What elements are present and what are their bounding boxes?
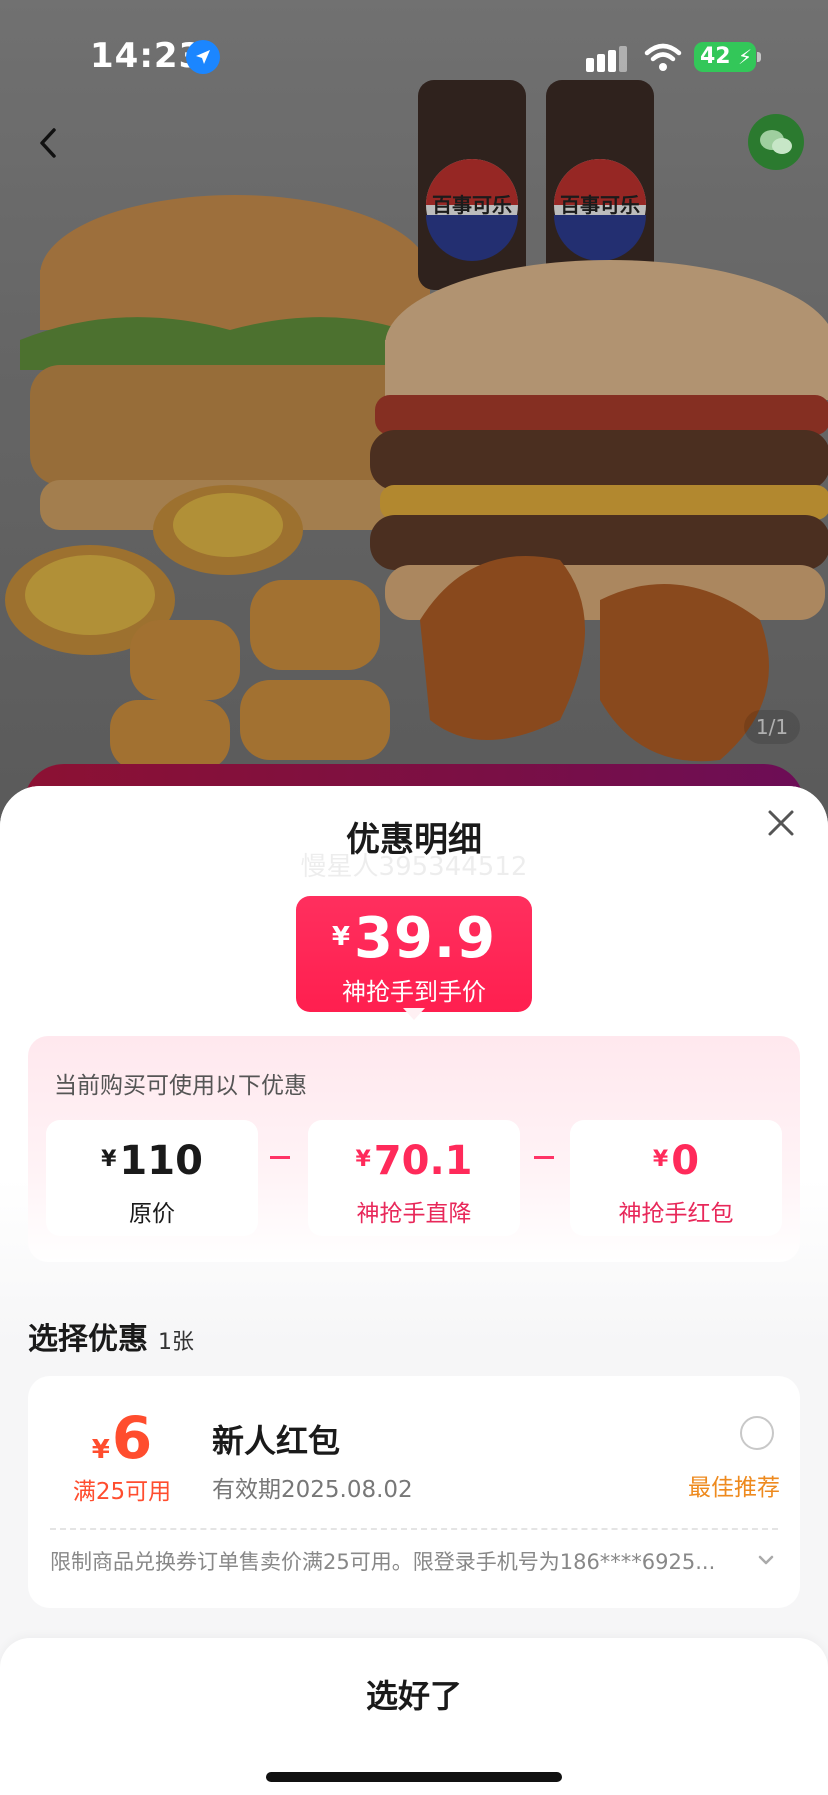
- coupon-name: 新人红包: [212, 1422, 341, 1460]
- coupon-value: ¥6: [91, 1404, 153, 1472]
- final-price-row: ¥39.9: [296, 906, 532, 971]
- coupon-select-radio[interactable]: [740, 1416, 774, 1450]
- coupon-divider: [50, 1528, 778, 1530]
- direct-discount-label: 神抢手直降: [356, 1201, 472, 1227]
- coupon-terms: 限制商品兑换券订单售卖价满25可用。限登录手机号为186****6925...: [50, 1550, 716, 1574]
- original-price-label: 原价: [129, 1201, 175, 1227]
- best-recommend-badge: 最佳推荐: [688, 1475, 780, 1501]
- red-packet-label: 神抢手红包: [618, 1201, 734, 1227]
- watermark: 慢星人395344512: [300, 852, 528, 882]
- charging-bolt-icon: ⚡: [737, 45, 752, 69]
- wechat-share-button[interactable]: [748, 114, 804, 170]
- cellular-signal-icon: [586, 46, 630, 72]
- wechat-icon: [760, 130, 792, 154]
- product-image[interactable]: 百事可乐 百事可乐: [0, 0, 828, 820]
- close-button[interactable]: [762, 804, 800, 842]
- coupon-card[interactable]: ¥6 满25可用 新人红包 有效期2025.08.02 最佳推荐 限制商品兑换券…: [28, 1376, 800, 1608]
- currency-symbol: ¥: [331, 922, 350, 952]
- battery-indicator: 42 ⚡: [694, 42, 756, 72]
- chevron-left-icon: [40, 128, 56, 158]
- status-bar: 14:23 42 ⚡: [0, 0, 828, 110]
- back-button[interactable]: [30, 118, 70, 168]
- battery-level: 42: [700, 44, 731, 69]
- select-offer-title: 选择优惠: [28, 1322, 148, 1357]
- wifi-icon: [644, 42, 682, 72]
- direct-discount-value: ¥70.1: [355, 1138, 473, 1184]
- final-price-tag: ¥39.9 神抢手到手价: [296, 896, 532, 1012]
- direct-discount-card: ¥70.1 神抢手直降: [308, 1120, 520, 1236]
- minus-operator: [534, 1156, 554, 1159]
- expand-terms-button[interactable]: [754, 1552, 778, 1568]
- close-icon: [768, 810, 794, 836]
- final-price-amount: 39.9: [353, 906, 497, 971]
- discount-detail-sheet: 优惠明细 慢星人395344512 ¥39.9 神抢手到手价 当前购买可使用以下…: [0, 786, 828, 1795]
- original-price-card: ¥110 原价: [46, 1120, 258, 1236]
- price-pointer-arrow: [403, 1008, 425, 1020]
- red-packet-value: ¥0: [652, 1138, 700, 1184]
- offer-count: 1张: [158, 1330, 194, 1355]
- final-price-caption: 神抢手到手价: [342, 978, 486, 1006]
- coupon-condition: 满25可用: [72, 1479, 172, 1505]
- original-price-value: ¥110: [101, 1138, 203, 1184]
- calc-label: 当前购买可使用以下优惠: [54, 1073, 307, 1099]
- overlay-dimmer: [0, 0, 828, 820]
- battery-cap: [757, 52, 761, 62]
- confirm-button[interactable]: 选好了: [0, 1666, 828, 1726]
- coupon-expiry: 有效期2025.08.02: [212, 1477, 413, 1503]
- minus-operator: [270, 1156, 290, 1159]
- home-indicator: [266, 1772, 562, 1782]
- image-counter: 1/1: [744, 710, 800, 744]
- location-arrow-icon: [186, 40, 220, 74]
- chevron-down-icon: [758, 1555, 774, 1565]
- discount-calculation: 当前购买可使用以下优惠 ¥110 原价 ¥70.1 神抢手直降 ¥0 神抢手红包: [28, 1036, 800, 1262]
- red-packet-card: ¥0 神抢手红包: [570, 1120, 782, 1236]
